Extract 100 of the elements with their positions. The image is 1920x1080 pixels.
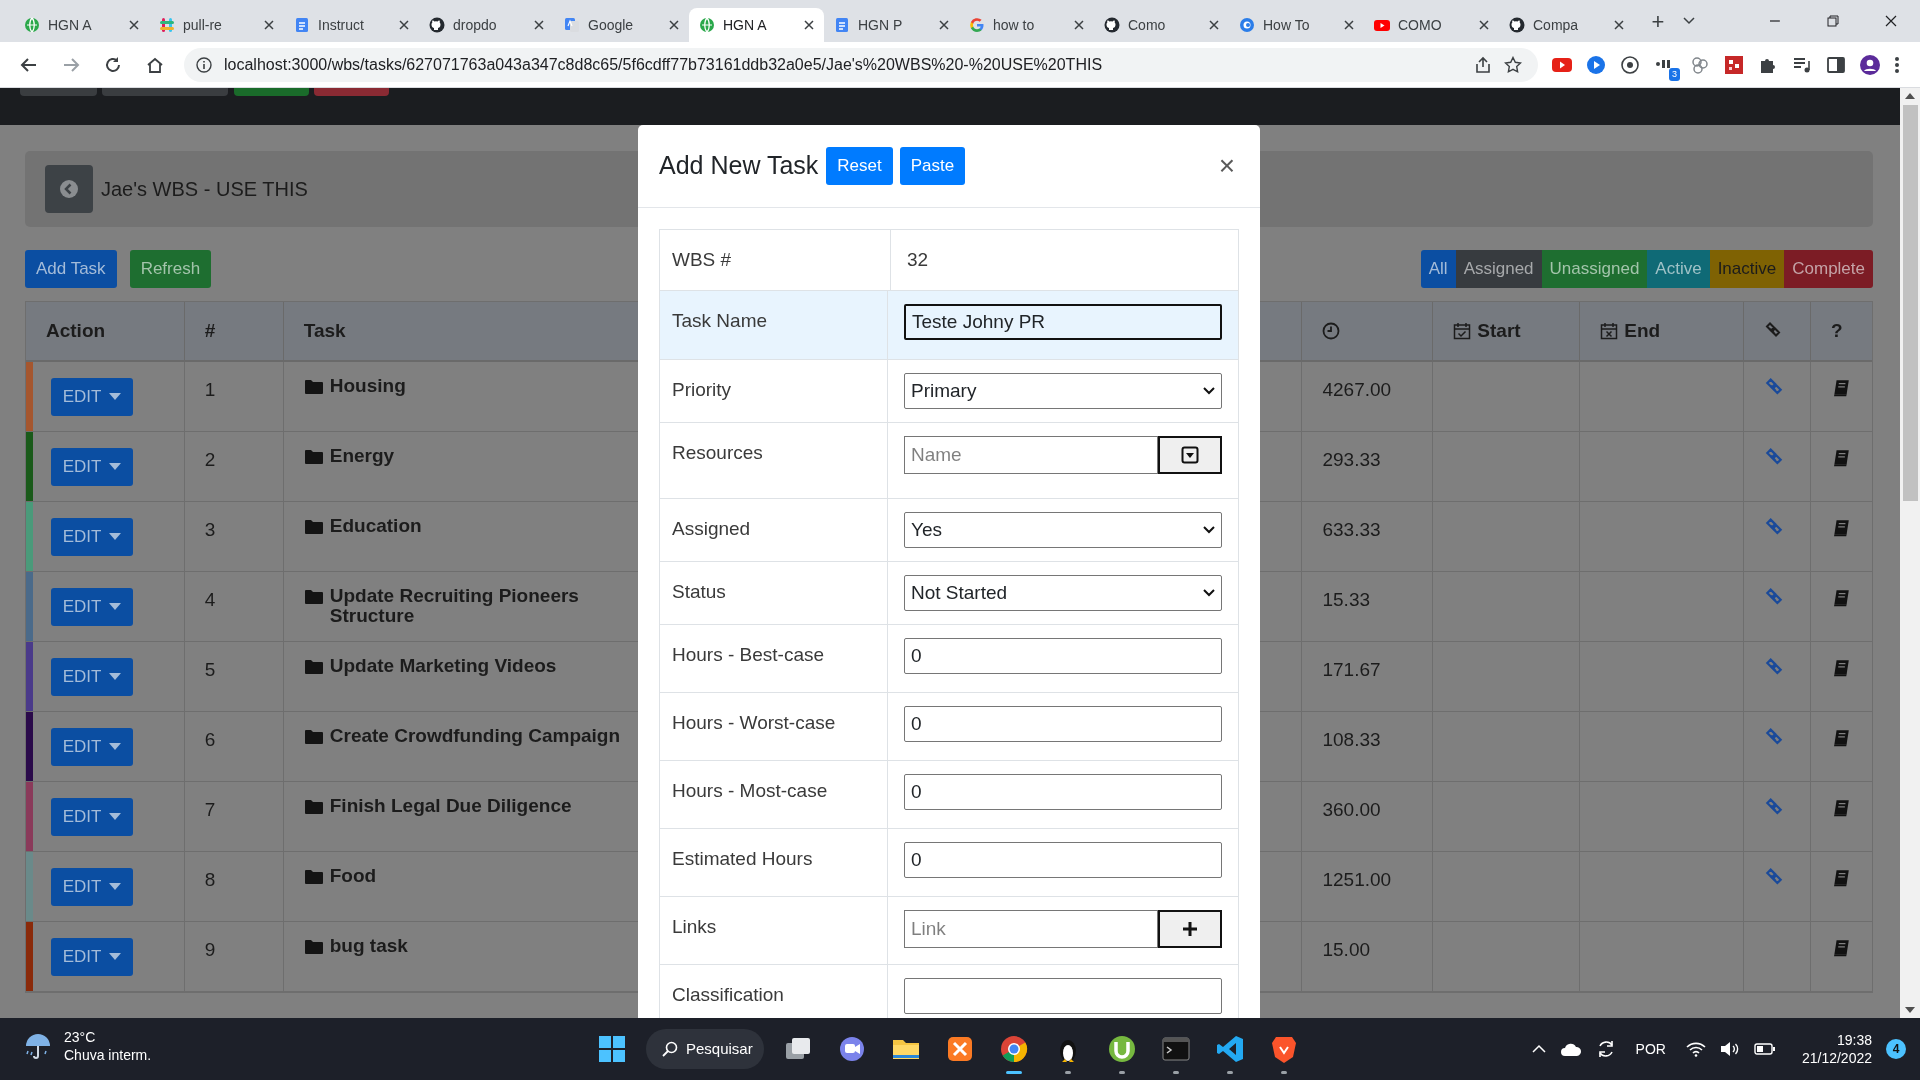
close-icon[interactable] [1479, 20, 1489, 30]
back-button[interactable] [45, 165, 93, 213]
action-button[interactable]: Add Task [25, 250, 117, 288]
share-icon[interactable] [1474, 55, 1492, 74]
browser-tab[interactable]: HGN A [689, 8, 824, 42]
close-icon[interactable] [1209, 20, 1219, 30]
more-icon[interactable] [1894, 55, 1900, 74]
close-icon[interactable] [939, 20, 949, 30]
browser-tab[interactable]: COMO [1364, 8, 1499, 42]
browser-tab[interactable]: dropdo [419, 8, 554, 42]
book-icon[interactable] [1831, 728, 1851, 748]
pixel-art-icon[interactable] [1724, 54, 1744, 75]
play-icon[interactable] [1586, 54, 1606, 75]
browser-tab[interactable]: HGN P [824, 8, 959, 42]
address-bar[interactable]: localhost:3000/wbs/tasks/627071763a043a347c8d8c65/5f6cdff77b73161ddb32a0e5/Jae's%20WBS%20-%20USE%20THIS [184, 47, 1538, 82]
edit-button[interactable]: EDIT [51, 868, 133, 906]
modal-button[interactable]: Reset [826, 147, 893, 185]
code-editor-icon[interactable] [1215, 1034, 1245, 1064]
input-field[interactable]: Teste Johny PR [904, 304, 1222, 340]
close-icon[interactable] [534, 20, 544, 30]
lion-shield-icon[interactable] [1269, 1034, 1299, 1064]
dropdown-button[interactable] [1158, 436, 1222, 474]
scroll-up-icon[interactable] [1905, 93, 1915, 99]
notification-badge[interactable]: 4 [1886, 1039, 1906, 1059]
book-icon[interactable] [1831, 798, 1851, 818]
browser-tab[interactable]: Compa [1499, 8, 1634, 42]
edit-button[interactable]: EDIT [51, 798, 133, 836]
close-icon[interactable] [1074, 20, 1084, 30]
close-icon[interactable] [129, 20, 139, 30]
browser-tab[interactable]: pull-re [149, 8, 284, 42]
filter-button[interactable]: Complete [1784, 250, 1873, 288]
close-icon[interactable] [804, 20, 814, 30]
input-field[interactable] [904, 978, 1222, 1014]
cloud-icon[interactable] [1559, 1041, 1582, 1057]
scrollbar-thumb[interactable] [1902, 105, 1918, 501]
star-icon[interactable] [1504, 55, 1522, 74]
keyboard-language[interactable]: POR [1635, 1038, 1666, 1060]
book-icon[interactable] [1831, 518, 1851, 538]
input-field[interactable]: 0 [904, 638, 1222, 674]
home-icon[interactable] [146, 55, 164, 74]
edit-button[interactable]: EDIT [51, 728, 133, 766]
select-field[interactable]: Not Started [904, 575, 1222, 611]
input-field[interactable]: Link [904, 910, 1158, 948]
edit-button[interactable]: EDIT [51, 588, 133, 626]
input-field[interactable]: 0 [904, 842, 1222, 878]
close-button[interactable]: × [1218, 152, 1235, 180]
browser-tab[interactable]: how to [959, 8, 1094, 42]
xampp-icon[interactable] [945, 1034, 975, 1064]
edit-button[interactable]: EDIT [51, 658, 133, 696]
new-tab-button[interactable]: + [1644, 8, 1672, 36]
edit-button[interactable]: EDIT [51, 518, 133, 556]
filter-button[interactable]: All [1420, 250, 1456, 288]
chevron-up-icon[interactable] [1531, 1044, 1546, 1054]
scrollbar[interactable] [1900, 88, 1920, 1018]
book-icon[interactable] [1831, 378, 1851, 398]
select-field[interactable]: Yes [904, 512, 1222, 548]
book-icon[interactable] [1831, 448, 1851, 468]
search-button[interactable]: Pesquisar [646, 1029, 764, 1069]
battery-icon[interactable] [1753, 1042, 1776, 1056]
edit-button[interactable]: EDIT [51, 448, 133, 486]
book-icon[interactable] [1831, 868, 1851, 888]
avatar-icon[interactable] [1860, 54, 1880, 75]
browser-tab[interactable]: How To [1229, 8, 1364, 42]
close-icon[interactable] [669, 20, 679, 30]
restore-icon[interactable] [1827, 15, 1839, 27]
start-icon[interactable] [598, 1035, 626, 1063]
browser-tab[interactable]: Google [554, 8, 689, 42]
chrome-icon[interactable] [999, 1034, 1029, 1064]
input-field[interactable]: Name [904, 436, 1158, 474]
reload-icon[interactable] [104, 55, 122, 74]
close-icon[interactable] [1614, 20, 1624, 30]
close-icon[interactable] [1344, 20, 1354, 30]
edit-button[interactable]: EDIT [51, 378, 133, 416]
input-field[interactable]: 0 [904, 706, 1222, 742]
forward-icon[interactable] [62, 55, 80, 74]
close-icon[interactable] [1885, 15, 1897, 27]
terminal-icon[interactable] [1161, 1034, 1191, 1064]
edit-button[interactable]: EDIT [51, 938, 133, 976]
browser-tab[interactable]: Instruct [284, 8, 419, 42]
book-icon[interactable] [1831, 658, 1851, 678]
ring-icon[interactable] [1620, 54, 1640, 75]
add-button[interactable] [1158, 910, 1222, 948]
clock-time[interactable]: 19:38 [1836, 1031, 1872, 1049]
filter-button[interactable]: Assigned [1455, 250, 1542, 288]
torrent-icon[interactable] [1107, 1034, 1137, 1064]
side-panel-icon[interactable] [1826, 54, 1846, 75]
info-icon[interactable] [196, 56, 212, 73]
chat-icon[interactable] [837, 1034, 867, 1064]
input-field[interactable]: 0 [904, 774, 1222, 810]
circles-icon[interactable] [1690, 54, 1710, 75]
scroll-down-icon[interactable] [1905, 1007, 1915, 1013]
wifi-icon[interactable] [1685, 1041, 1706, 1057]
select-field[interactable]: Primary [904, 373, 1222, 409]
book-icon[interactable] [1831, 938, 1851, 958]
clock-date[interactable]: 21/12/2022 [1801, 1049, 1872, 1067]
close-icon[interactable] [264, 20, 274, 30]
book-icon[interactable] [1831, 588, 1851, 608]
chevron-down-icon[interactable] [1682, 16, 1696, 26]
close-icon[interactable] [399, 20, 409, 30]
browser-tab[interactable]: HGN A [14, 8, 149, 42]
